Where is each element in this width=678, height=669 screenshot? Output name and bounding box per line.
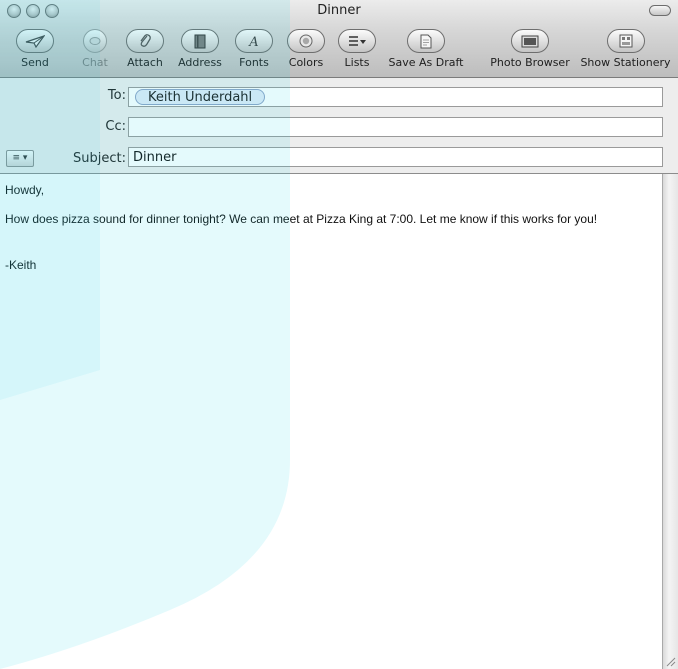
subject-field[interactable]: Dinner <box>128 147 663 167</box>
photo-browser-label: Photo Browser <box>490 56 570 69</box>
cc-field[interactable] <box>128 117 663 137</box>
photo-browser-icon <box>521 35 539 47</box>
save-as-draft-label: Save As Draft <box>388 56 464 69</box>
show-stationery-label: Show Stationery <box>580 56 671 69</box>
fonts-label: Fonts <box>239 56 269 69</box>
to-field[interactable]: Keith Underdahl <box>128 87 663 107</box>
fonts-icon: A <box>248 35 258 49</box>
list-icon <box>349 36 366 46</box>
attach-button[interactable]: Attach <box>122 29 168 73</box>
photo-browser-button[interactable]: Photo Browser <box>489 29 571 73</box>
subject-value: Dinner <box>133 150 177 165</box>
chat-button[interactable]: Chat <box>77 29 113 73</box>
attach-label: Attach <box>127 56 163 69</box>
send-label: Send <box>21 56 49 69</box>
address-button[interactable]: Address <box>174 29 226 73</box>
address-label: Address <box>178 56 222 69</box>
lists-button[interactable]: Lists <box>336 29 378 73</box>
cc-label: Cc: <box>105 119 126 134</box>
draft-icon <box>420 34 432 48</box>
message-header-fields: To: Keith Underdahl Cc: ≡ ▾ Subject: Din… <box>0 78 678 174</box>
title-bar: Dinner <box>0 0 678 22</box>
recipient-token[interactable]: Keith Underdahl <box>135 89 266 105</box>
body-line-greeting: Howdy, <box>5 183 45 197</box>
save-as-draft-button[interactable]: Save As Draft <box>386 29 466 73</box>
toolbar-toggle-button[interactable] <box>649 5 671 16</box>
fonts-button[interactable]: A Fonts <box>232 29 276 73</box>
chat-label: Chat <box>82 56 108 69</box>
color-wheel-icon <box>299 34 313 48</box>
compose-window: Dinner Send Chat Attach Address A Fonts … <box>0 0 678 669</box>
svg-text:A: A <box>248 35 258 49</box>
body-line-signature: -Keith <box>5 258 37 272</box>
body-line-message: How does pizza sound for dinner tonight?… <box>5 212 598 226</box>
colors-label: Colors <box>288 56 324 69</box>
lists-label: Lists <box>344 56 370 69</box>
address-book-icon <box>194 34 206 48</box>
show-stationery-button[interactable]: Show Stationery <box>578 29 673 73</box>
colors-button[interactable]: Colors <box>283 29 329 73</box>
window-toolbar: Dinner Send Chat Attach Address A Fonts … <box>0 0 678 78</box>
to-label: To: <box>107 88 126 103</box>
vertical-scrollbar[interactable] <box>662 174 678 669</box>
subject-label: Subject: <box>73 151 126 166</box>
chat-icon <box>89 37 101 45</box>
stationery-icon <box>619 34 632 48</box>
paperclip-icon <box>140 34 151 47</box>
resize-grip-icon[interactable] <box>666 657 676 667</box>
send-button[interactable]: Send <box>12 29 58 73</box>
message-body[interactable]: Howdy, How does pizza sound for dinner t… <box>0 174 662 669</box>
window-title: Dinner <box>317 3 361 18</box>
send-icon <box>25 35 45 48</box>
